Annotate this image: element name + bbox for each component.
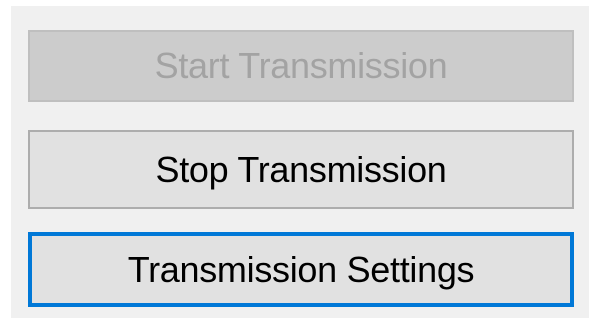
button-panel: Start Transmission Stop Transmission Tra… — [11, 6, 589, 318]
transmission-settings-button[interactable]: Transmission Settings — [28, 232, 574, 307]
start-transmission-button: Start Transmission — [28, 30, 574, 102]
stop-transmission-button[interactable]: Stop Transmission — [28, 130, 574, 209]
